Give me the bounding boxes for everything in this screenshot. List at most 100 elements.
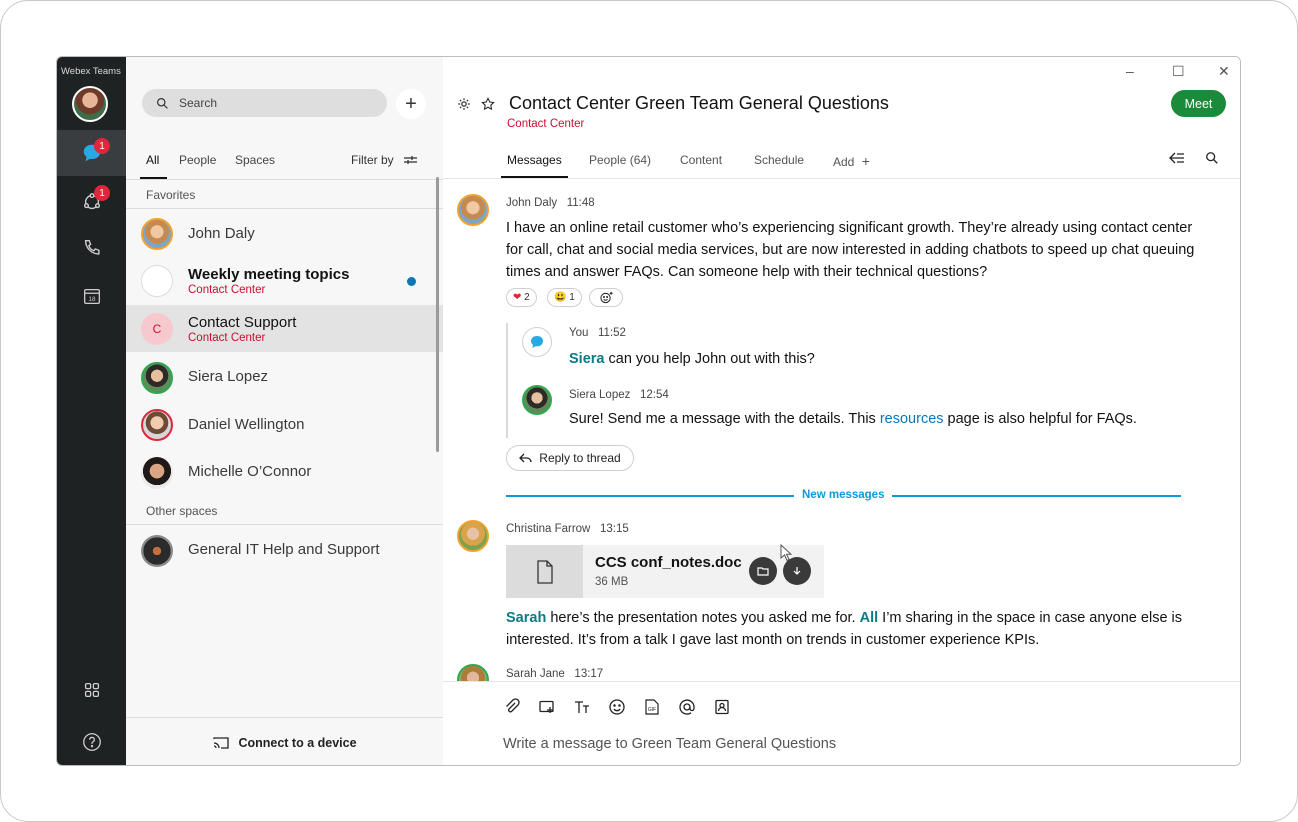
contact-john-daly[interactable]: John Daly (126, 210, 443, 257)
composer-toolbar: GIF (503, 698, 731, 716)
space-name: General IT Help and Support (188, 541, 380, 558)
avatar (141, 218, 173, 250)
self-avatar (522, 327, 552, 357)
other-spaces-label: Other spaces (146, 504, 218, 518)
mention[interactable]: Siera (569, 351, 604, 367)
space-team-name[interactable]: Contact Center (507, 118, 584, 130)
open-folder-button[interactable] (749, 557, 777, 585)
reaction-heart[interactable]: ❤ 2 (506, 288, 537, 307)
author-name: Siera Lopez (569, 389, 631, 401)
author-name: Sarah Jane (506, 668, 565, 680)
attach-icon[interactable] (503, 698, 521, 716)
contact-name: Siera Lopez (188, 368, 269, 385)
message-input[interactable]: Write a message to Green Team General Qu… (503, 736, 836, 752)
tab-people[interactable]: People (64) (589, 153, 651, 167)
nav-meetings[interactable]: 18 (57, 273, 126, 319)
nav-rail: Webex Teams 1 1 18 (57, 57, 126, 765)
filter-by-button[interactable]: Filter by (351, 153, 417, 167)
star-icon[interactable] (481, 96, 495, 111)
author-name: John Daly (506, 197, 558, 209)
message-avatar[interactable] (522, 385, 552, 415)
messages-badge: 1 (94, 138, 110, 154)
message-line: for call, chat and social media services… (506, 242, 1195, 258)
nav-calls[interactable] (57, 225, 126, 271)
reaction-smile[interactable]: 😃 1 (547, 288, 582, 307)
thread-list-icon[interactable] (1169, 151, 1185, 165)
file-attachment[interactable]: CCS conf_notes.doc 36 MB (506, 545, 824, 598)
space-header: Contact Center Green Team General Questi… (457, 93, 889, 114)
teams-badge: 1 (94, 185, 110, 201)
reply-to-thread-button[interactable]: Reply to thread (506, 445, 634, 471)
resources-link[interactable]: resources (880, 411, 944, 427)
message-text: here’s the presentation notes you asked … (546, 610, 860, 626)
message-author: Christina Farrow 13:15 (506, 523, 629, 535)
nav-help[interactable] (57, 719, 126, 765)
nav-teams[interactable]: 1 (57, 179, 126, 225)
sidebar-scrollbar[interactable] (436, 177, 439, 452)
space-weekly-meeting-topics[interactable]: Weekly meeting topics Contact Center (126, 257, 443, 304)
contact-daniel-wellington[interactable]: Daniel Wellington (126, 401, 443, 448)
new-conversation-button[interactable]: + (396, 89, 426, 119)
filter-people[interactable]: People (179, 153, 216, 167)
contact-michelle-oconnor[interactable]: Michelle O’Connor (126, 449, 443, 496)
message-body: I have an online retail customer who’s e… (506, 217, 1226, 283)
meet-button[interactable]: Meet (1171, 90, 1226, 117)
add-reaction-button[interactable] (589, 288, 623, 307)
nav-messages[interactable]: 1 (57, 130, 126, 176)
tab-add-label: Add (833, 155, 855, 169)
author-name: Christina Farrow (506, 523, 591, 535)
message-time: 12:54 (639, 389, 669, 401)
space-title: Contact Center Green Team General Questi… (509, 93, 889, 113)
contact-siera-lopez[interactable]: Siera Lopez (126, 354, 443, 401)
webex-window: Webex Teams 1 1 18 Search + All People S… (56, 56, 1241, 766)
connect-device-button[interactable]: Connect to a device (126, 717, 443, 765)
close-button[interactable]: ✕ (1218, 63, 1230, 80)
maximize-button[interactable]: ☐ (1172, 63, 1185, 80)
mention[interactable]: Sarah (506, 610, 546, 626)
mouse-cursor-icon (780, 544, 792, 562)
gear-icon[interactable] (457, 97, 471, 111)
space-contact-support[interactable]: C Contact Support Contact Center (126, 305, 443, 352)
filter-all[interactable]: All (139, 153, 168, 179)
message-time: 11:52 (598, 327, 626, 339)
contact-card-icon[interactable] (713, 698, 731, 716)
favorites-label: Favorites (146, 188, 196, 202)
minimize-button[interactable]: – (1126, 63, 1134, 79)
download-icon (793, 567, 801, 575)
tab-messages[interactable]: Messages (501, 153, 568, 178)
tab-add[interactable]: Add + (833, 153, 870, 169)
user-avatar[interactable] (72, 86, 108, 122)
search-input[interactable]: Search (142, 89, 387, 117)
tab-schedule[interactable]: Schedule (754, 153, 804, 167)
avatar (141, 457, 173, 489)
nav-apps[interactable] (57, 667, 126, 713)
message-line: times and answer FAQs. Can someone help … (506, 264, 988, 280)
space-initial-avatar: C (141, 313, 173, 345)
apps-grid-icon (84, 682, 99, 698)
tab-content[interactable]: Content (680, 153, 722, 167)
gif-icon[interactable]: GIF (643, 698, 661, 716)
contact-name: Daniel Wellington (188, 416, 305, 433)
text-format-icon[interactable] (573, 698, 591, 716)
mention-icon[interactable] (678, 698, 696, 716)
message-avatar[interactable] (457, 520, 489, 552)
space-general-it-help[interactable]: General IT Help and Support (126, 527, 443, 574)
favorites-divider (126, 208, 443, 209)
filter-spaces[interactable]: Spaces (235, 153, 275, 167)
new-messages-label: New messages (802, 489, 885, 501)
message-text: can you help John out with this? (604, 351, 815, 367)
space-tabs: Messages People (64) Content Schedule Ad… (443, 151, 1240, 179)
cast-icon (213, 736, 230, 749)
unread-indicator (407, 277, 416, 286)
search-messages-icon[interactable] (1205, 151, 1219, 165)
contact-name: John Daly (188, 225, 255, 242)
whiteboard-icon[interactable] (538, 698, 556, 716)
message-avatar[interactable] (457, 194, 489, 226)
thread-message-body: Sure! Send me a message with the details… (569, 408, 1137, 430)
emoji-icon[interactable] (608, 698, 626, 716)
message-time: 13:17 (574, 668, 604, 680)
mention-all[interactable]: All (860, 610, 879, 626)
message-text: Sure! Send me a message with the details… (569, 411, 880, 427)
message-composer: GIF Write a message to Green Team Genera… (443, 681, 1240, 765)
message-author: Sarah Jane 13:17 (506, 668, 603, 680)
